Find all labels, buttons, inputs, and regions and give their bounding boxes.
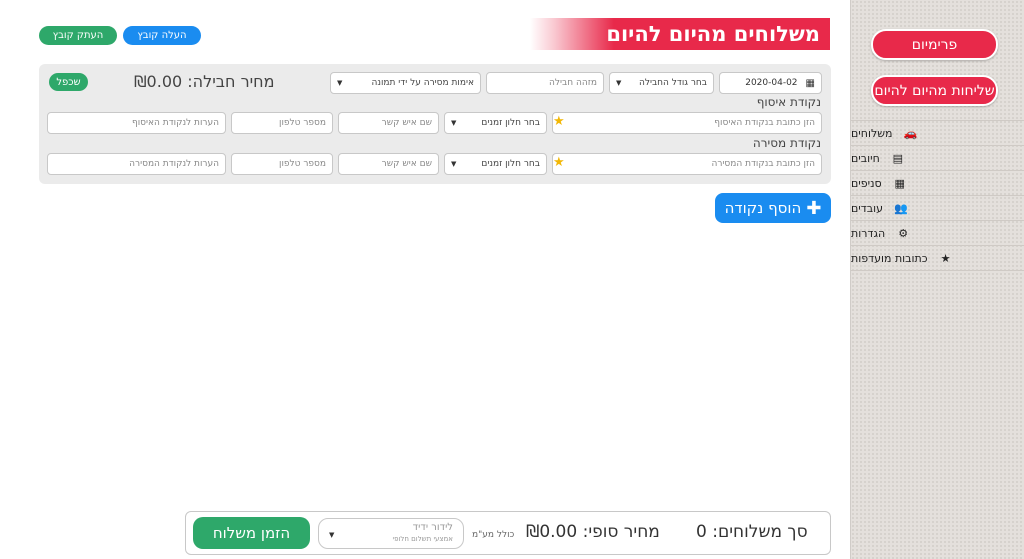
package-size-select[interactable]: בחר גודל החבילה ▼	[609, 72, 714, 94]
sidebar-item-favorite-addresses[interactable]: ★ כתובות מועדפות	[851, 246, 1024, 271]
chevron-down-icon: ▼	[451, 119, 457, 127]
sidebar-item-deliveries[interactable]: 🚗 משלוחים	[851, 121, 1024, 146]
sidebar-item-branches[interactable]: ▦ סניפים	[851, 171, 1024, 196]
dropoff-notes-input[interactable]: הערות לנקודת המסירה	[47, 153, 226, 175]
package-price: מחיר חבילה: ₪0.00	[134, 72, 275, 91]
chevron-down-icon: ▼	[337, 79, 343, 87]
gear-icon: ⚙	[898, 226, 909, 240]
plus-icon: ✚	[806, 197, 822, 219]
star-icon: ★	[940, 251, 951, 265]
delivery-form-panel: ▦ 2020-04-02 בחר גודל החבילה ▼ מזהה חביל…	[39, 64, 831, 184]
building-icon: ▦	[894, 176, 905, 190]
sidebar-item-settings[interactable]: ⚙ הגדרות	[851, 221, 1024, 246]
car-icon: 🚗	[903, 126, 918, 140]
total-deliveries: סך משלוחים: 0	[696, 522, 808, 542]
order-summary-bar: הזמן משלוח לידור ידיד אמצעי תשלום חלופי …	[185, 511, 831, 555]
invoice-icon: ▤	[892, 151, 903, 165]
pickup-phone-input[interactable]: מספר טלפון	[231, 112, 333, 134]
dropoff-time-window-select[interactable]: בחר חלון זמנים ▼	[444, 153, 547, 175]
pickup-time-window-select[interactable]: בחר חלון זמנים ▼	[444, 112, 547, 134]
add-point-button[interactable]: ✚ הוסף נקודה	[715, 193, 831, 223]
sidebar-nav: 🚗 משלוחים ▤ חיובים ▦ סניפים 👥 עובדים ⚙ ה…	[851, 120, 1024, 271]
pickup-label: נקודת איסוף	[756, 95, 821, 109]
copy-file-button[interactable]: העתק קובץ	[39, 26, 117, 45]
dropoff-address-input[interactable]: הזן כתובת בנקודת המסירה	[552, 153, 822, 175]
users-icon: 👥	[894, 201, 908, 215]
chevron-down-icon: ▼	[451, 160, 457, 168]
sidebar: פרימיום שליחות מהיום להיום 🚗 משלוחים ▤ ח…	[850, 0, 1024, 559]
package-id-input[interactable]: מזהה חבילה	[486, 72, 604, 94]
premium-button[interactable]: פרימיום	[871, 29, 998, 60]
today-delivery-button[interactable]: שליחות מהיום להיום	[871, 75, 998, 106]
payment-method-select[interactable]: לידור ידיד אמצעי תשלום חלופי ▼	[318, 518, 464, 549]
vat-note: כולל מע"מ	[472, 530, 515, 540]
pickup-contact-input[interactable]: שם איש קשר	[338, 112, 439, 134]
chevron-down-icon: ▼	[329, 531, 335, 539]
calendar-icon: ▦	[805, 77, 815, 89]
pickup-notes-input[interactable]: הערות לנקודת האיסוף	[47, 112, 226, 134]
date-field[interactable]: ▦ 2020-04-02	[719, 72, 822, 94]
duplicate-button[interactable]: שכפל	[49, 73, 88, 91]
pickup-address-input[interactable]: הזן כתובת בנקודת האיסוף	[552, 112, 822, 134]
sidebar-item-billing[interactable]: ▤ חיובים	[851, 146, 1024, 171]
delivery-verify-select[interactable]: אימות מסירה על ידי תמונה ▼	[330, 72, 481, 94]
chevron-down-icon: ▼	[616, 79, 622, 87]
page-title: משלוחים מהיום להיום	[530, 18, 830, 50]
favorite-star-icon[interactable]: ★	[553, 114, 565, 129]
final-price: מחיר סופי: ₪0.00	[526, 522, 660, 542]
sidebar-item-employees[interactable]: 👥 עובדים	[851, 196, 1024, 221]
dropoff-label: נקודת מסירה	[752, 136, 821, 150]
upload-file-button[interactable]: העלה קובץ	[123, 26, 201, 45]
order-delivery-button[interactable]: הזמן משלוח	[193, 517, 310, 549]
dropoff-contact-input[interactable]: שם איש קשר	[338, 153, 439, 175]
favorite-star-icon[interactable]: ★	[553, 155, 565, 170]
dropoff-phone-input[interactable]: מספר טלפון	[231, 153, 333, 175]
